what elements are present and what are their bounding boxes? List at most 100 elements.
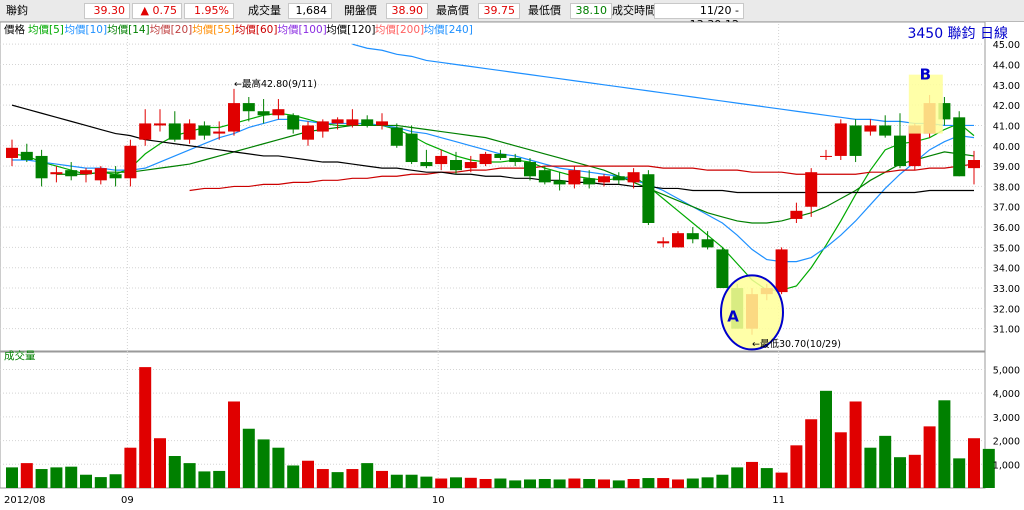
candle-body <box>139 123 152 140</box>
candle-body <box>879 125 892 136</box>
volume-bar <box>908 454 921 488</box>
candle-body <box>464 162 477 169</box>
candle-body <box>894 135 906 167</box>
volume-tick-label: 5,000 <box>993 365 1020 376</box>
volume-bar <box>376 470 388 488</box>
quote-bar: 聯鈞 39.30 ▲ 0.75 1.95% 成交量 1,684 開盤價 38.9… <box>0 0 1024 31</box>
volume-bar <box>213 470 226 488</box>
candle-body <box>435 155 448 165</box>
chart-background <box>0 22 1024 510</box>
candle-body <box>479 153 492 165</box>
volume-bar <box>790 445 803 488</box>
candle-body <box>287 115 300 130</box>
volume-bar <box>968 438 980 488</box>
volume-bar <box>820 390 832 488</box>
volume-bar <box>612 480 625 488</box>
candle-body <box>228 103 240 132</box>
volume-bar <box>257 439 270 488</box>
candle-body <box>65 170 78 177</box>
volume-bar <box>154 438 166 488</box>
volume-bar <box>760 468 773 488</box>
candle-body <box>849 125 862 156</box>
ma-legend-entry: 均價[20] <box>150 23 193 36</box>
ma-legend-entry: 均價[240] <box>424 23 473 36</box>
volume-bar <box>272 447 285 488</box>
candle-body <box>213 131 226 134</box>
volume-bar <box>109 474 122 488</box>
volume-bar <box>894 457 906 488</box>
candle-body <box>494 153 507 158</box>
point-label: A <box>727 307 739 325</box>
volume-bar <box>524 479 536 488</box>
price-tick-label: 34.00 <box>993 264 1020 275</box>
volume-bar <box>287 465 300 488</box>
price-tick-label: 36.00 <box>993 223 1020 234</box>
volume-bar <box>538 478 551 488</box>
volume-bar <box>450 477 462 488</box>
volume-bar <box>864 447 877 488</box>
volume-bar <box>331 472 344 488</box>
volume-bar <box>657 478 670 488</box>
price-tick-label: 44.00 <box>993 60 1020 71</box>
candle-body <box>272 109 285 116</box>
volume-bar <box>228 401 240 488</box>
price-tick-label: 43.00 <box>993 81 1020 92</box>
volume-bar <box>494 478 507 488</box>
candle-body <box>820 155 832 157</box>
price-tick-label: 31.00 <box>993 325 1020 336</box>
extreme-annotation: ←最低30.70(10/29) <box>752 338 841 350</box>
price-change: ▲ 0.75 <box>132 3 182 19</box>
date-tick-label: 10 <box>432 495 445 506</box>
volume-bar <box>80 474 92 488</box>
price-tick-label: 42.00 <box>993 101 1020 112</box>
date-tick-label: 11 <box>772 495 785 506</box>
candle-body <box>642 174 655 223</box>
volume-label: 成交量 <box>248 4 281 17</box>
date-tick-label: 2012/08 <box>4 495 46 506</box>
candle-body <box>583 178 596 185</box>
volume-bar <box>701 477 714 488</box>
candle-body <box>346 119 359 126</box>
ma-legend-entry: 均價[5] <box>28 23 64 36</box>
volume-bar <box>642 478 655 488</box>
volume-panel-label: 成交量 <box>4 349 36 362</box>
volume-bar <box>35 469 48 488</box>
price-tick-label: 41.00 <box>993 121 1020 132</box>
stock-name: 聯鈞 <box>6 4 28 17</box>
candle-body <box>94 168 107 181</box>
price-tick-label: 39.00 <box>993 162 1020 173</box>
volume-bar <box>183 463 196 488</box>
volume-tick-label: 1,000 <box>993 460 1020 471</box>
volume-bar <box>405 474 418 488</box>
volume-bar <box>20 463 33 488</box>
price-tick-label: 32.00 <box>993 304 1020 315</box>
candle-body <box>968 160 980 169</box>
price-tick-label: 35.00 <box>993 243 1020 254</box>
candle-body <box>509 157 522 163</box>
candle-body <box>672 233 684 248</box>
point-label: B <box>920 66 931 84</box>
open-value: 38.90 <box>386 3 428 19</box>
candle-body <box>331 119 344 124</box>
candle-body <box>154 123 166 126</box>
ma-legend-entry: 均價[14] <box>107 23 150 36</box>
volume-bar <box>583 478 596 488</box>
candle-body <box>376 121 388 126</box>
volume-bar <box>509 480 522 488</box>
open-label: 開盤價 <box>344 4 377 17</box>
candle-body <box>109 174 122 179</box>
volume-bar <box>598 479 610 488</box>
volume-bar <box>361 463 374 488</box>
ma-legend-entry: 均價[55] <box>192 23 235 36</box>
volume-value: 1,684 <box>288 3 332 19</box>
volume-bar <box>746 461 758 488</box>
candle-body <box>361 119 374 126</box>
volume-tick-label: 2,000 <box>993 437 1020 448</box>
candle-body <box>834 123 847 156</box>
candle-body <box>701 239 714 248</box>
candle-body <box>598 176 610 183</box>
high-label: 最高價 <box>436 4 469 17</box>
candle-body <box>657 241 670 244</box>
candle-body <box>302 125 314 140</box>
candle-body <box>953 117 966 177</box>
